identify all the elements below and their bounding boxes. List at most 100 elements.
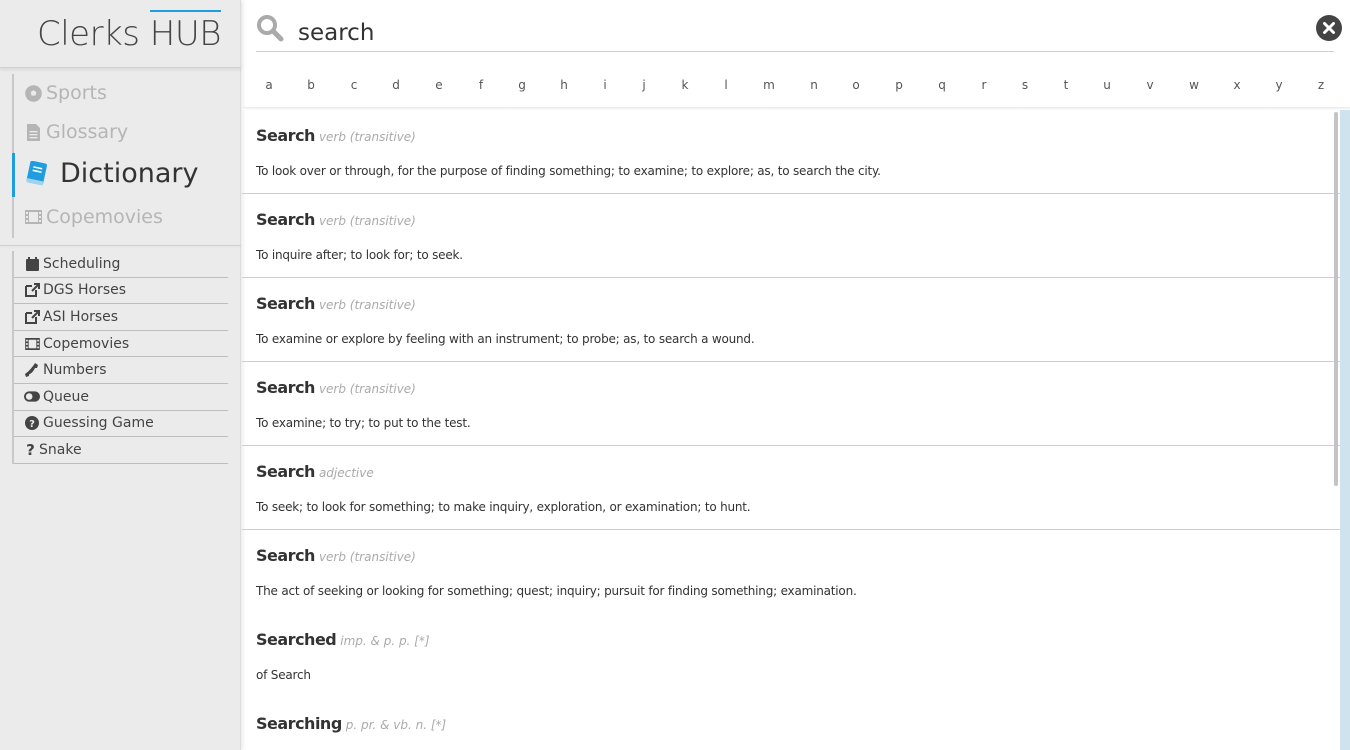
letter-r[interactable]: r <box>977 78 991 92</box>
letter-f[interactable]: f <box>474 78 488 92</box>
results-list: Search verb (transitive) To look over or … <box>242 110 1340 750</box>
letter-c[interactable]: c <box>347 78 361 92</box>
subnav-item-queue[interactable]: Queue <box>14 384 228 411</box>
entry-pos: adjective <box>318 466 374 480</box>
soccer-ball-icon <box>24 84 42 102</box>
subnav-label: Snake <box>39 441 82 458</box>
scrollbar-track[interactable] <box>1340 110 1350 750</box>
letter-g[interactable]: g <box>515 78 529 92</box>
letter-h[interactable]: h <box>557 78 571 92</box>
entry-definition: To examine; to try; to put to the test. <box>256 416 471 430</box>
entry-definition: of Search <box>256 668 311 682</box>
nav-item-glossary[interactable]: Glossary <box>24 121 128 143</box>
letter-a[interactable]: a <box>262 78 276 92</box>
entry-word: Search <box>256 378 315 397</box>
file-icon <box>24 123 42 141</box>
letter-q[interactable]: q <box>935 78 949 92</box>
external-link-icon <box>24 282 40 298</box>
external-link-icon <box>24 309 40 325</box>
subnav-item-guessing-game[interactable]: ? Guessing Game <box>14 411 228 438</box>
entry-word: Searching <box>256 714 342 733</box>
film-icon <box>24 208 42 226</box>
entry-word-line: Search verb (transitive) <box>256 546 416 565</box>
subnav-item-asi-horses[interactable]: ASI Horses <box>14 304 228 331</box>
subnav-item-copemovies[interactable]: Copemovies <box>14 331 228 358</box>
list-item[interactable]: Search verb (transitive) The act of seeki… <box>242 530 1340 614</box>
letter-w[interactable]: w <box>1187 78 1201 92</box>
nav-label-copemovies: Copemovies <box>46 206 163 228</box>
nav-label-sports: Sports <box>46 82 107 104</box>
search-icon <box>256 14 284 42</box>
letter-d[interactable]: d <box>389 78 403 92</box>
letter-z[interactable]: z <box>1314 78 1328 92</box>
film-icon <box>24 336 40 352</box>
entry-pos: verb (transitive) <box>318 298 416 312</box>
subnav-label: ASI Horses <box>43 308 119 325</box>
scrollbar-thumb[interactable] <box>1334 112 1338 486</box>
nav-item-sports[interactable]: Sports <box>24 82 107 104</box>
subnav-label: Guessing Game <box>43 415 154 432</box>
nav-item-dictionary[interactable]: Dictionary <box>24 158 198 189</box>
entry-word: Search <box>256 126 315 145</box>
active-indicator <box>12 153 15 197</box>
letter-s[interactable]: s <box>1018 78 1032 92</box>
entry-word: Searched <box>256 630 337 649</box>
entry-pos: verb (transitive) <box>318 130 416 144</box>
sub-nav: Scheduling DGS Horses ASI Horses Copemov… <box>12 251 228 464</box>
clear-search-button[interactable] <box>1316 15 1342 41</box>
entry-word: Search <box>256 210 315 229</box>
calendar-icon <box>24 256 40 272</box>
entry-word-line: Search verb (transitive) <box>256 378 416 397</box>
letter-n[interactable]: n <box>807 78 821 92</box>
letter-m[interactable]: m <box>762 78 776 92</box>
toggle-icon <box>24 389 40 405</box>
entry-definition: To look over or through, for the purpose… <box>256 164 881 178</box>
list-item[interactable]: Search verb (transitive) To inquire after… <box>242 194 1340 278</box>
letter-e[interactable]: e <box>432 78 446 92</box>
entry-word-line: Search adjective <box>256 462 374 481</box>
nav-label-dictionary: Dictionary <box>60 158 199 189</box>
subnav-item-snake[interactable]: ? Snake <box>14 437 228 464</box>
app-logo[interactable]: Clerks HUB <box>0 0 241 68</box>
entry-word-line: Searching p. pr. & vb. n. [*] <box>256 714 446 733</box>
letter-j[interactable]: j <box>637 78 651 92</box>
letter-v[interactable]: v <box>1143 78 1157 92</box>
letter-p[interactable]: p <box>892 78 906 92</box>
search-input[interactable] <box>298 18 1278 48</box>
letter-t[interactable]: t <box>1059 78 1073 92</box>
question-circle-icon: ? <box>24 415 40 431</box>
subnav-item-scheduling[interactable]: Scheduling <box>14 251 228 278</box>
letter-i[interactable]: i <box>598 78 612 92</box>
entry-word-line: Search verb (transitive) <box>256 294 416 313</box>
subnav-label: DGS Horses <box>43 282 127 299</box>
list-item[interactable]: Search adjective To seek; to look for som… <box>242 446 1340 530</box>
logo-text-hub: HUB <box>149 14 222 54</box>
list-item[interactable]: Search verb (transitive) To look over or … <box>242 110 1340 194</box>
letter-x[interactable]: x <box>1230 78 1244 92</box>
letter-b[interactable]: b <box>304 78 318 92</box>
list-item[interactable]: Search verb (transitive) To examine or ex… <box>242 278 1340 362</box>
subnav-item-numbers[interactable]: Numbers <box>14 357 228 384</box>
entry-word-line: Searched imp. & p. p. [*] <box>256 630 430 649</box>
list-item[interactable]: Searching p. pr. & vb. n. [*] <box>242 698 1340 750</box>
subnav-label: Copemovies <box>43 335 130 352</box>
entry-pos: p. pr. & vb. n. [*] <box>345 718 447 732</box>
search-bar <box>256 12 1342 52</box>
entry-definition: The act of seeking or looking for someth… <box>256 584 857 598</box>
entry-pos: verb (transitive) <box>318 382 416 396</box>
nav-separator <box>0 245 241 246</box>
letter-u[interactable]: u <box>1100 78 1114 92</box>
letter-o[interactable]: o <box>849 78 863 92</box>
letter-k[interactable]: k <box>678 78 692 92</box>
list-item[interactable]: Search verb (transitive) To examine; to t… <box>242 362 1340 446</box>
subnav-label: Numbers <box>43 362 107 379</box>
letter-l[interactable]: l <box>719 78 733 92</box>
subnav-label: Scheduling <box>43 255 121 272</box>
nav-item-copemovies[interactable]: Copemovies <box>24 206 163 228</box>
subnav-item-dgs-horses[interactable]: DGS Horses <box>14 278 228 305</box>
svg-text:?: ? <box>26 442 35 457</box>
entry-word: Search <box>256 294 315 313</box>
letter-y[interactable]: y <box>1272 78 1286 92</box>
list-item[interactable]: Searched imp. & p. p. [*] of Search <box>242 614 1340 698</box>
main-nav: Sports Glossary Dictionary Copemovies <box>12 74 241 238</box>
